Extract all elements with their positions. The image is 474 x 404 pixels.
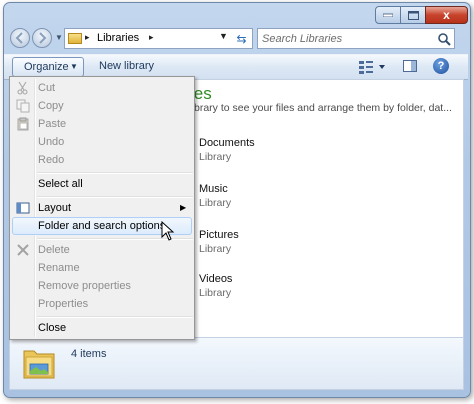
help-icon[interactable]: ? bbox=[433, 58, 449, 74]
library-item-documents[interactable]: Documents Library bbox=[199, 137, 255, 163]
breadcrumb-separator[interactable]: ▸ bbox=[149, 32, 154, 43]
menu-item-label: Undo bbox=[38, 136, 65, 148]
library-type: Library bbox=[199, 151, 232, 163]
forward-button[interactable] bbox=[32, 28, 52, 48]
library-name: Documents bbox=[199, 137, 255, 149]
library-name: Videos bbox=[199, 273, 233, 285]
refresh-icon: ⇆ bbox=[236, 32, 247, 46]
menu-item-remove-properties[interactable]: Remove properties bbox=[12, 277, 192, 295]
menu-item-delete[interactable]: Delete bbox=[12, 241, 192, 259]
menu-item-label: Select all bbox=[38, 178, 83, 190]
menu-item-cut[interactable]: Cut bbox=[12, 79, 192, 97]
libraries-description: brary to see your files and arrange them… bbox=[194, 102, 452, 114]
menu-item-close[interactable]: Close bbox=[12, 319, 192, 337]
breadcrumb-separator[interactable]: ▸ bbox=[85, 32, 90, 43]
menu-item-label: Copy bbox=[38, 100, 64, 112]
menu-item-label: Close bbox=[38, 322, 67, 334]
menu-item-redo[interactable]: Redo bbox=[12, 151, 192, 169]
libraries-folder-icon bbox=[23, 350, 55, 379]
menu-item-label: Remove properties bbox=[38, 280, 131, 292]
library-type: Library bbox=[199, 197, 232, 209]
library-type: Library bbox=[199, 287, 232, 299]
caption-buttons: x bbox=[375, 6, 468, 24]
library-item-pictures[interactable]: Pictures Library bbox=[199, 229, 239, 255]
mouse-cursor-icon bbox=[161, 221, 175, 241]
scissors-icon bbox=[17, 81, 28, 95]
item-count: 4 items bbox=[71, 348, 107, 360]
menu-item-label: Folder and search options bbox=[38, 220, 166, 232]
maximize-button[interactable] bbox=[400, 6, 426, 24]
menu-item-label: Layout bbox=[38, 202, 72, 214]
maximize-icon bbox=[407, 10, 419, 20]
copy-icon bbox=[16, 99, 30, 113]
organize-button[interactable]: Organize ▼ bbox=[12, 57, 84, 77]
libraries-folder-icon bbox=[68, 33, 82, 44]
layout-icon bbox=[16, 202, 30, 214]
menu-item-label: Paste bbox=[38, 118, 67, 130]
address-history-dropdown[interactable]: ▼ bbox=[219, 31, 228, 41]
delete-x-icon bbox=[17, 244, 29, 256]
search-input[interactable] bbox=[262, 31, 432, 46]
close-button[interactable]: x bbox=[425, 6, 468, 24]
library-item-music[interactable]: Music Library bbox=[199, 183, 231, 209]
change-view-button[interactable] bbox=[358, 59, 388, 75]
menu-item-label: Rename bbox=[38, 262, 80, 274]
menu-separator bbox=[37, 196, 193, 198]
search-box[interactable] bbox=[257, 28, 455, 49]
view-options-icon bbox=[359, 61, 385, 74]
menu-item-undo[interactable]: Undo bbox=[12, 133, 192, 151]
menu-separator bbox=[37, 172, 193, 174]
library-item-videos[interactable]: Videos Library bbox=[199, 273, 232, 299]
submenu-arrow-icon: ▶ bbox=[180, 203, 187, 212]
menu-item-label: Redo bbox=[38, 154, 65, 166]
organize-label: Organize bbox=[24, 61, 69, 73]
forward-arrow-icon bbox=[39, 32, 47, 44]
new-library-button[interactable]: New library bbox=[99, 60, 154, 72]
menu-item-paste[interactable]: Paste bbox=[12, 115, 192, 133]
back-button[interactable] bbox=[10, 28, 30, 48]
menu-item-copy[interactable]: Copy bbox=[12, 97, 192, 115]
organize-menu: Cut Copy Paste Undo Redo Select all Layo… bbox=[9, 76, 195, 340]
menu-item-select-all[interactable]: Select all bbox=[12, 175, 192, 193]
back-arrow-icon bbox=[15, 32, 23, 44]
preview-pane-icon[interactable] bbox=[403, 60, 417, 72]
menu-item-properties[interactable]: Properties bbox=[12, 295, 192, 313]
menu-item-label: Delete bbox=[38, 244, 70, 256]
minimize-icon bbox=[383, 13, 393, 17]
close-icon: x bbox=[443, 8, 450, 22]
library-type: Library bbox=[199, 243, 232, 255]
menu-separator bbox=[37, 316, 193, 318]
menu-item-layout[interactable]: Layout ▶ bbox=[12, 199, 192, 217]
search-icon bbox=[438, 33, 451, 46]
menu-item-rename[interactable]: Rename bbox=[12, 259, 192, 277]
library-name: Music bbox=[199, 183, 228, 195]
details-pane bbox=[9, 338, 464, 390]
library-name: Pictures bbox=[199, 229, 239, 241]
menu-item-label: Properties bbox=[38, 298, 89, 310]
chevron-down-icon: ▼ bbox=[70, 62, 78, 71]
menu-item-label: Cut bbox=[38, 82, 56, 94]
refresh-button[interactable]: ⇆ bbox=[231, 28, 253, 49]
address-bar[interactable]: ▸ Libraries ▸ ▼ bbox=[64, 28, 253, 49]
breadcrumb-libraries[interactable]: Libraries bbox=[97, 32, 139, 44]
paste-icon bbox=[17, 117, 29, 131]
minimize-button[interactable] bbox=[375, 6, 401, 24]
